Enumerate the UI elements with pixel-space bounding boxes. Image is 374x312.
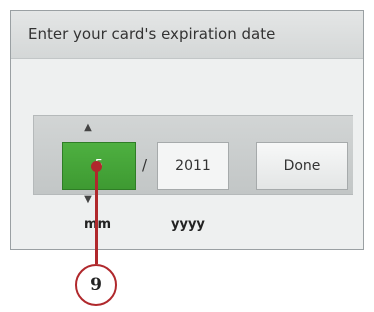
done-button[interactable]: Done bbox=[256, 142, 348, 190]
chevron-up-icon[interactable]: ▲ bbox=[83, 123, 93, 133]
callout-line bbox=[95, 166, 98, 264]
callout-number-badge: 9 bbox=[75, 264, 117, 306]
chevron-down-icon[interactable]: ▼ bbox=[83, 195, 93, 205]
dialog-title: Enter your card's expiration date bbox=[28, 25, 276, 43]
dialog-header: Enter your card's expiration date bbox=[11, 11, 363, 59]
date-separator: / bbox=[142, 156, 148, 174]
year-label: yyyy bbox=[171, 217, 205, 232]
year-field[interactable]: 2011 bbox=[157, 142, 229, 190]
callout-dot bbox=[91, 161, 102, 172]
